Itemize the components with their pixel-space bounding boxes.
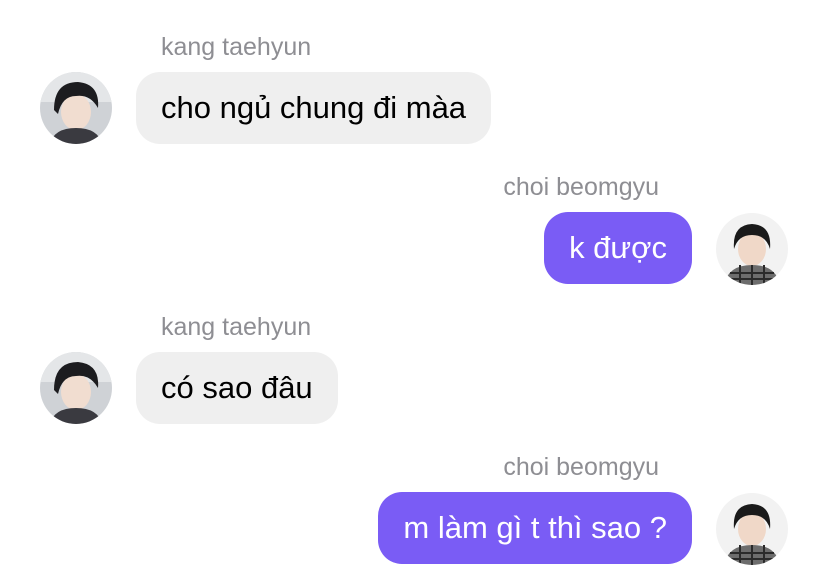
chat-thread: kang taehyun cho ngủ chung đi màa choi b…: [0, 0, 828, 580]
message-bubble[interactable]: có sao đâu: [136, 352, 338, 424]
avatar[interactable]: [40, 72, 112, 144]
message-bubble[interactable]: k được: [544, 212, 692, 284]
sender-name: kang taehyun: [161, 313, 312, 341]
avatar[interactable]: [40, 352, 112, 424]
avatar[interactable]: [716, 213, 788, 285]
avatar[interactable]: [716, 493, 788, 565]
message-bubble[interactable]: cho ngủ chung đi màa: [136, 72, 492, 144]
sender-name: kang taehyun: [161, 33, 312, 61]
message-bubble[interactable]: m làm gì t thì sao ?: [378, 492, 692, 564]
sender-name: choi beomgyu: [503, 173, 659, 201]
sender-name: choi beomgyu: [503, 453, 659, 481]
